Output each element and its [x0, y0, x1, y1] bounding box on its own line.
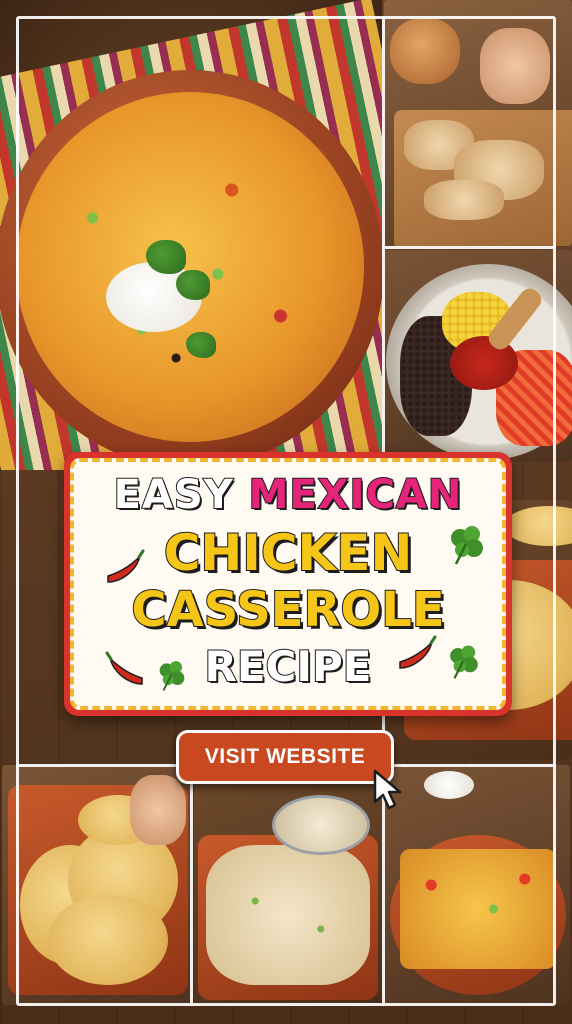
clay-dish	[390, 835, 566, 995]
pointer-cursor-icon	[373, 769, 402, 810]
cilantro-leaf-icon	[450, 645, 478, 679]
clay-casserole-dish	[0, 70, 382, 468]
chili-pepper-icon	[107, 549, 145, 583]
title-card: EASY MEXICAN CHICKEN CASSEROLE RECIPE	[64, 452, 512, 716]
cheesy-casserole-top	[16, 92, 364, 442]
chili-pepper-icon	[399, 635, 437, 669]
cilantro-garnish	[146, 240, 186, 274]
cilantro-garnish	[176, 270, 210, 300]
chili-pepper-icon	[105, 651, 143, 685]
ladle	[272, 795, 370, 855]
visit-website-button[interactable]: VISIT WEBSITE	[176, 730, 394, 784]
pin-graphic: EASY MEXICAN CHICKEN CASSEROLE RECIPE VI…	[0, 0, 572, 1024]
cutting-board	[394, 110, 572, 246]
layering-tortillas-photo	[2, 765, 190, 1005]
tortilla-stack	[504, 506, 572, 546]
hand	[480, 28, 550, 104]
title-line-1: EASY MEXICAN	[74, 471, 502, 519]
cheesy-casserole-slice	[400, 849, 556, 969]
title-card-inner: EASY MEXICAN CHICKEN CASSEROLE RECIPE	[70, 458, 506, 710]
casserole-slice-photo	[384, 765, 570, 1005]
collage-divider	[382, 246, 556, 249]
hand	[130, 775, 186, 845]
cilantro-garnish	[186, 332, 216, 358]
beans-corn-bowl-photo	[384, 250, 572, 462]
collage-divider	[190, 764, 193, 1006]
sour-cream-bowl	[424, 771, 474, 799]
tortilla	[48, 895, 168, 985]
mixing-bowl	[386, 264, 572, 460]
creamy-chicken-filling	[206, 845, 370, 985]
title-word-mexican: MEXICAN	[248, 471, 463, 519]
title-word-easy: EASY	[113, 471, 234, 519]
cilantro-leaf-icon	[159, 661, 185, 691]
baking-dish	[198, 835, 378, 1000]
cilantro-leaf-icon	[451, 526, 483, 565]
casserole-hero-photo	[0, 0, 382, 470]
shredded-chicken-photo	[384, 0, 572, 246]
chicken-shreds	[424, 180, 504, 220]
roast-chicken	[390, 18, 460, 84]
title-line-casserole: CASSEROLE	[130, 581, 445, 639]
creamy-filling-photo	[194, 765, 382, 1005]
